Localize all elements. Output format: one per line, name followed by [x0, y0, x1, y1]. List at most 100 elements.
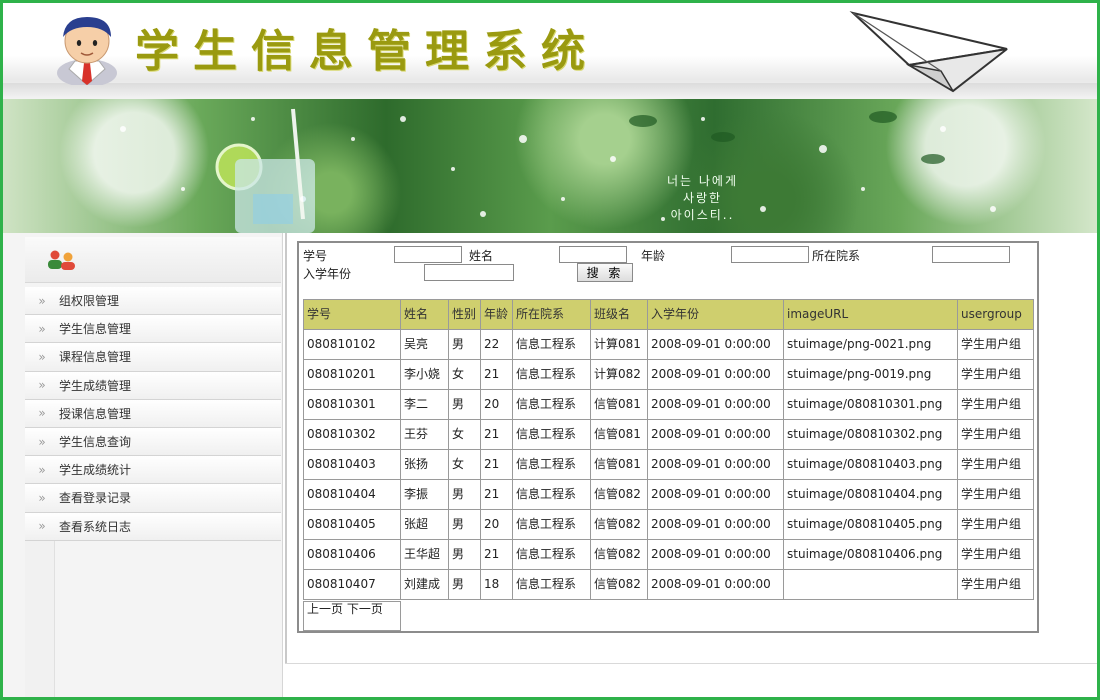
table-cell: 学生用户组	[957, 569, 1034, 600]
table-row: 080810201 李小娆女 21 信息工程系 计算082 2008-09-01 0:00…	[303, 359, 1034, 390]
banner-decoration	[120, 108, 996, 233]
banner-caption-line: 사랑한	[682, 191, 723, 205]
table-row: 080810406 王华超男 21 信息工程系 信管082 2008-09-01 0:00…	[303, 539, 1034, 570]
next-page-link[interactable]: 下一页	[347, 602, 383, 616]
sidebar-item-label: 查看系统日志	[59, 519, 132, 534]
sidebar-item-grade-stats[interactable]: » 学生成绩统计	[25, 456, 281, 485]
table-cell: 信管082	[590, 479, 648, 510]
sidebar-item-student-grades[interactable]: » 学生成绩管理	[25, 371, 281, 400]
search-button[interactable]: 搜 索	[577, 263, 633, 282]
department-input[interactable]	[932, 246, 1010, 263]
name-label: 姓名	[469, 249, 494, 263]
table-cell: 080810301	[303, 389, 401, 420]
sidebar-item-login-records[interactable]: » 查看登录记录	[25, 484, 281, 513]
chevron-right-icon: »	[38, 434, 46, 449]
table-cell: 王芬	[400, 419, 449, 450]
age-input[interactable]	[731, 246, 809, 263]
table-cell: stuimage/080810406.png	[783, 539, 958, 570]
table-cell: 080810403	[303, 449, 401, 480]
table-cell: 学生用户组	[957, 329, 1034, 360]
table-cell: 信息工程系	[512, 359, 591, 390]
department-label: 所在院系	[812, 249, 861, 263]
table-cell: 21	[480, 449, 513, 480]
student-no-input[interactable]	[394, 246, 462, 263]
table-cell: 080810405	[303, 509, 401, 540]
age-label: 年龄	[641, 249, 666, 263]
table-cell: stuimage/png-0019.png	[783, 359, 958, 390]
table-cell: 男	[448, 479, 481, 510]
enroll-year-input[interactable]	[424, 264, 514, 281]
table-cell: 2008-09-01 0:00:00	[647, 389, 784, 420]
table-cell: 21	[480, 539, 513, 570]
chevron-right-icon: »	[38, 519, 46, 534]
sidebar-rail	[25, 541, 55, 697]
table-cell: 080810406	[303, 539, 401, 570]
table-cell: 2008-09-01 0:00:00	[647, 449, 784, 480]
sidebar-header	[25, 237, 281, 283]
sidebar-item-label: 学生成绩统计	[59, 463, 132, 478]
student-panel: 学号 姓名 年龄 所在院系 入学年份 搜 索 学号 姓名 性别 年龄 所在院系 …	[297, 241, 1039, 633]
table-cell: 信管082	[590, 539, 648, 570]
table-cell: 信息工程系	[512, 569, 591, 600]
table-cell: 张扬	[400, 449, 449, 480]
banner-caption-line: 너는 나에게	[667, 174, 739, 188]
content-footer-line	[285, 663, 1097, 664]
prev-page-link[interactable]: 上一页	[307, 602, 343, 616]
enroll-year-label: 入学年份	[303, 267, 352, 281]
table-cell: 女	[448, 419, 481, 450]
table-cell: 信管081	[590, 449, 648, 480]
chevron-right-icon: »	[38, 321, 46, 336]
table-cell	[783, 569, 958, 600]
app-frame: 学生信息管理系统 너는 나에게 사랑한 아이스티.. » 组权限管理 » 学生信…	[0, 0, 1100, 700]
table-cell: 学生用户组	[957, 359, 1034, 390]
table-cell: 学生用户组	[957, 539, 1034, 570]
table-cell: 女	[448, 359, 481, 390]
table-cell: 男	[448, 539, 481, 570]
table-cell: 080810404	[303, 479, 401, 510]
sidebar-item-course-info[interactable]: » 课程信息管理	[25, 343, 281, 372]
table-cell: 计算081	[590, 329, 648, 360]
table-row: 080810404 李振男 21 信息工程系 信管082 2008-09-01 0:00:…	[303, 479, 1034, 510]
banner-caption: 너는 나에게 사랑한 아이스티..	[667, 173, 738, 224]
table-cell: 男	[448, 509, 481, 540]
table-cell: 信管081	[590, 389, 648, 420]
sidebar-nav: » 组权限管理 » 学生信息管理 » 课程信息管理 » 学生成绩管理 » 授课信息管理 »…	[25, 287, 281, 541]
chevron-right-icon: »	[38, 293, 46, 308]
table-cell: 信息工程系	[512, 479, 591, 510]
table-cell: 20	[480, 389, 513, 420]
sidebar-item-group-permissions[interactable]: » 组权限管理	[25, 287, 281, 316]
table-cell: 080810201	[303, 359, 401, 390]
table-cell: 20	[480, 509, 513, 540]
table-cell: 吴亮	[400, 329, 449, 360]
sidebar-item-student-info[interactable]: » 学生信息管理	[25, 315, 281, 344]
student-no-label: 学号	[303, 249, 328, 263]
table-cell: stuimage/080810302.png	[783, 419, 958, 450]
table-cell: 李小娆	[400, 359, 449, 390]
sidebar-item-system-log[interactable]: » 查看系统日志	[25, 512, 281, 541]
header: 学生信息管理系统	[3, 3, 1097, 99]
table-cell: 080810407	[303, 569, 401, 600]
table-cell: 信息工程系	[512, 539, 591, 570]
sidebar-item-student-query[interactable]: » 学生信息查询	[25, 427, 281, 457]
table-row: 080810405 张超男 20 信息工程系 信管082 2008-09-01 0:00:…	[303, 509, 1034, 540]
table-cell: 学生用户组	[957, 449, 1034, 480]
chevron-right-icon: »	[38, 462, 46, 477]
name-input[interactable]	[559, 246, 627, 263]
column-header: usergroup	[957, 299, 1034, 330]
table-row: 080810407 刘建成男 18 信息工程系 信管082 2008-09-01 0:00…	[303, 569, 1034, 600]
table-cell: 2008-09-01 0:00:00	[647, 539, 784, 570]
sidebar-item-label: 学生信息查询	[59, 435, 132, 450]
table-cell: 2008-09-01 0:00:00	[647, 419, 784, 450]
table-cell: stuimage/080810404.png	[783, 479, 958, 510]
table-cell: 李振	[400, 479, 449, 510]
chevron-right-icon: »	[38, 378, 46, 393]
table-cell: 李二	[400, 389, 449, 420]
column-header: 学号	[303, 299, 401, 330]
sidebar-item-teaching-info[interactable]: » 授课信息管理	[25, 399, 281, 428]
table-cell: 080810302	[303, 419, 401, 450]
paper-plane-icon	[849, 11, 1008, 93]
chevron-right-icon: »	[38, 349, 46, 364]
pager: 上一页 下一页	[303, 601, 401, 631]
table-cell: 男	[448, 569, 481, 600]
table-row: 080810302 王芬女 21 信息工程系 信管081 2008-09-01 0:00:…	[303, 419, 1034, 450]
